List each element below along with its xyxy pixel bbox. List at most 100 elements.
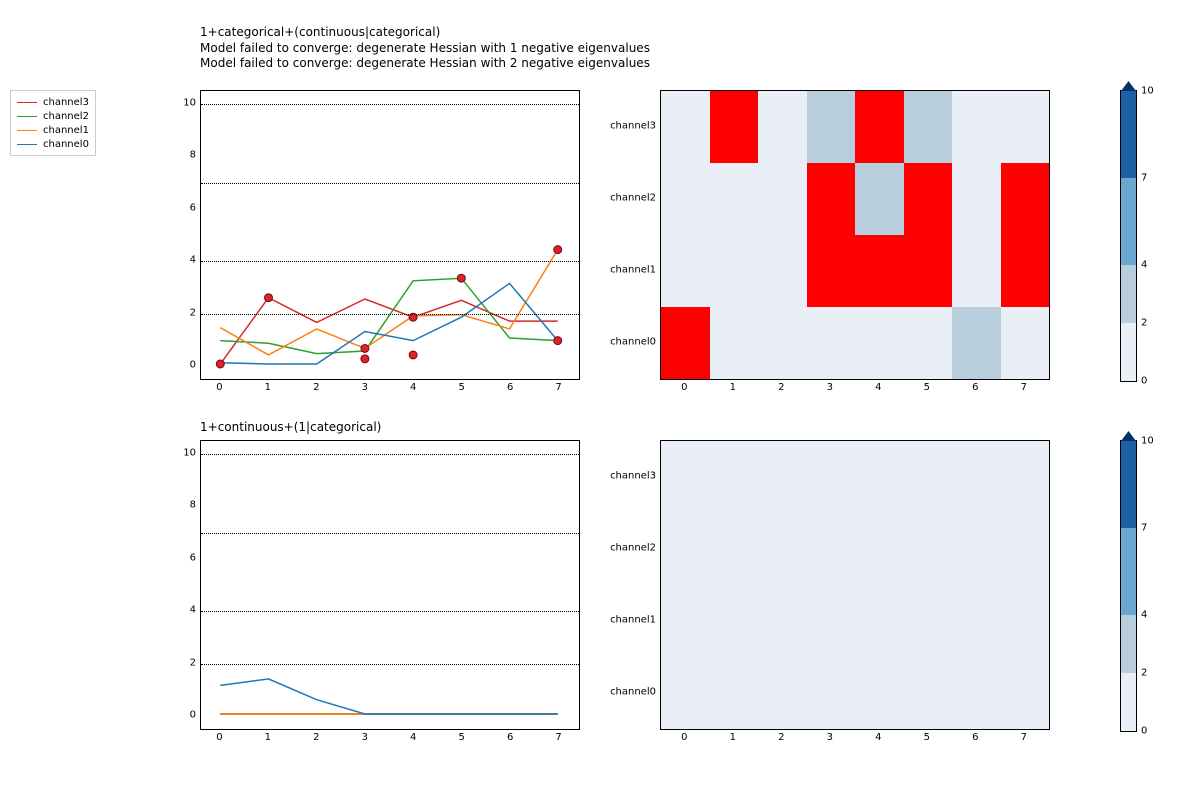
colorbar-tick: 2 <box>1141 668 1147 679</box>
heatmap-cell <box>904 91 953 163</box>
series-line <box>220 679 557 714</box>
legend-item: channel3 <box>17 95 89 109</box>
x-tick: 2 <box>313 732 319 743</box>
heatmap-cell <box>807 657 856 729</box>
legend-label: channel3 <box>43 97 89 108</box>
legend-swatch <box>17 102 37 103</box>
heatmap-cell <box>710 441 759 513</box>
legend-label: channel2 <box>43 111 89 122</box>
heatmap-cell <box>710 91 759 163</box>
heatmap-cell <box>855 441 904 513</box>
y-tick-label: channel1 <box>598 265 656 276</box>
series-line <box>220 250 557 355</box>
heatmap-cell <box>855 91 904 163</box>
legend-item: channel2 <box>17 109 89 123</box>
colorbar-segment <box>1121 441 1136 528</box>
y-tick-label: channel0 <box>598 687 656 698</box>
colorbar-tick: 2 <box>1141 318 1147 329</box>
x-tick: 6 <box>507 732 513 743</box>
data-point <box>554 246 562 254</box>
y-tick: 10 <box>178 448 196 459</box>
heatmap-cell <box>807 307 856 379</box>
y-tick-label: channel2 <box>598 543 656 554</box>
legend-label: channel1 <box>43 125 89 136</box>
heatmap-bottom <box>660 440 1050 730</box>
heatmap-cell <box>661 441 710 513</box>
x-tick: 3 <box>827 382 833 393</box>
legend-swatch <box>17 130 37 131</box>
heatmap-cell <box>710 163 759 235</box>
heatmap-cell <box>661 657 710 729</box>
heatmap-cell <box>661 91 710 163</box>
heatmap-cell <box>904 163 953 235</box>
colorbar-segment <box>1121 528 1136 615</box>
x-tick: 5 <box>924 382 930 393</box>
colorbar-segment <box>1121 91 1136 178</box>
x-tick: 7 <box>555 732 561 743</box>
heatmap-cell <box>952 585 1001 657</box>
heatmap-cell <box>807 441 856 513</box>
data-point <box>554 337 562 345</box>
heatmap-cell <box>904 657 953 729</box>
y-tick-label: channel0 <box>598 337 656 348</box>
heatmap-cell <box>1001 163 1050 235</box>
heatmap-cell <box>904 585 953 657</box>
warning-line-1: Model failed to converge: degenerate Hes… <box>200 56 650 72</box>
x-tick: 6 <box>972 732 978 743</box>
heatmap-cell <box>758 441 807 513</box>
heatmap-cell <box>1001 307 1050 379</box>
line-chart-bottom <box>200 440 580 730</box>
data-point <box>361 355 369 363</box>
y-tick-label: channel3 <box>598 121 656 132</box>
data-point <box>265 294 273 302</box>
heatmap-cell <box>855 657 904 729</box>
x-tick: 0 <box>681 382 687 393</box>
heatmap-cell <box>952 235 1001 307</box>
colorbar-segment <box>1121 673 1136 731</box>
colorbar-tick: 7 <box>1141 523 1147 534</box>
x-tick: 2 <box>778 382 784 393</box>
heatmap-cell <box>758 307 807 379</box>
heatmap-cell <box>807 513 856 585</box>
subplot-title-1: 1+continuous+(1|categorical) <box>200 420 381 434</box>
heatmap-cell <box>710 307 759 379</box>
heatmap-cell <box>710 235 759 307</box>
y-tick: 6 <box>178 202 196 213</box>
grid-hline <box>201 664 579 665</box>
x-tick: 1 <box>265 382 271 393</box>
x-tick: 2 <box>778 732 784 743</box>
x-tick: 4 <box>410 732 416 743</box>
heatmap-cell <box>904 307 953 379</box>
x-tick: 1 <box>730 382 736 393</box>
legend-swatch <box>17 144 37 145</box>
heatmap-cell <box>1001 235 1050 307</box>
heatmap-cell <box>855 585 904 657</box>
legend-item: channel0 <box>17 137 89 151</box>
heatmap-cell <box>807 235 856 307</box>
line-chart-top <box>200 90 580 380</box>
colorbar-arrow-icon <box>1121 431 1136 441</box>
series-line <box>220 278 557 353</box>
grid-hline <box>201 611 579 612</box>
heatmap-cell <box>710 657 759 729</box>
legend: channel3 channel2 channel1channel0 <box>10 90 96 156</box>
y-tick-label: channel3 <box>598 471 656 482</box>
y-tick: 8 <box>178 500 196 511</box>
heatmap-cell <box>952 163 1001 235</box>
heatmap-cell <box>855 235 904 307</box>
y-tick: 2 <box>178 657 196 668</box>
x-tick: 0 <box>216 382 222 393</box>
x-tick: 5 <box>459 382 465 393</box>
colorbar-tick: 10 <box>1141 436 1154 447</box>
y-tick-label: channel2 <box>598 193 656 204</box>
x-tick: 7 <box>555 382 561 393</box>
heatmap-cell <box>758 657 807 729</box>
y-tick: 0 <box>178 359 196 370</box>
colorbar-top: 024710 <box>1120 90 1137 382</box>
heatmap-cell <box>758 513 807 585</box>
x-tick: 5 <box>459 732 465 743</box>
heatmap-cell <box>1001 441 1050 513</box>
colorbar-segment <box>1121 178 1136 265</box>
colorbar-tick: 0 <box>1141 726 1147 737</box>
heatmap-cell <box>661 235 710 307</box>
